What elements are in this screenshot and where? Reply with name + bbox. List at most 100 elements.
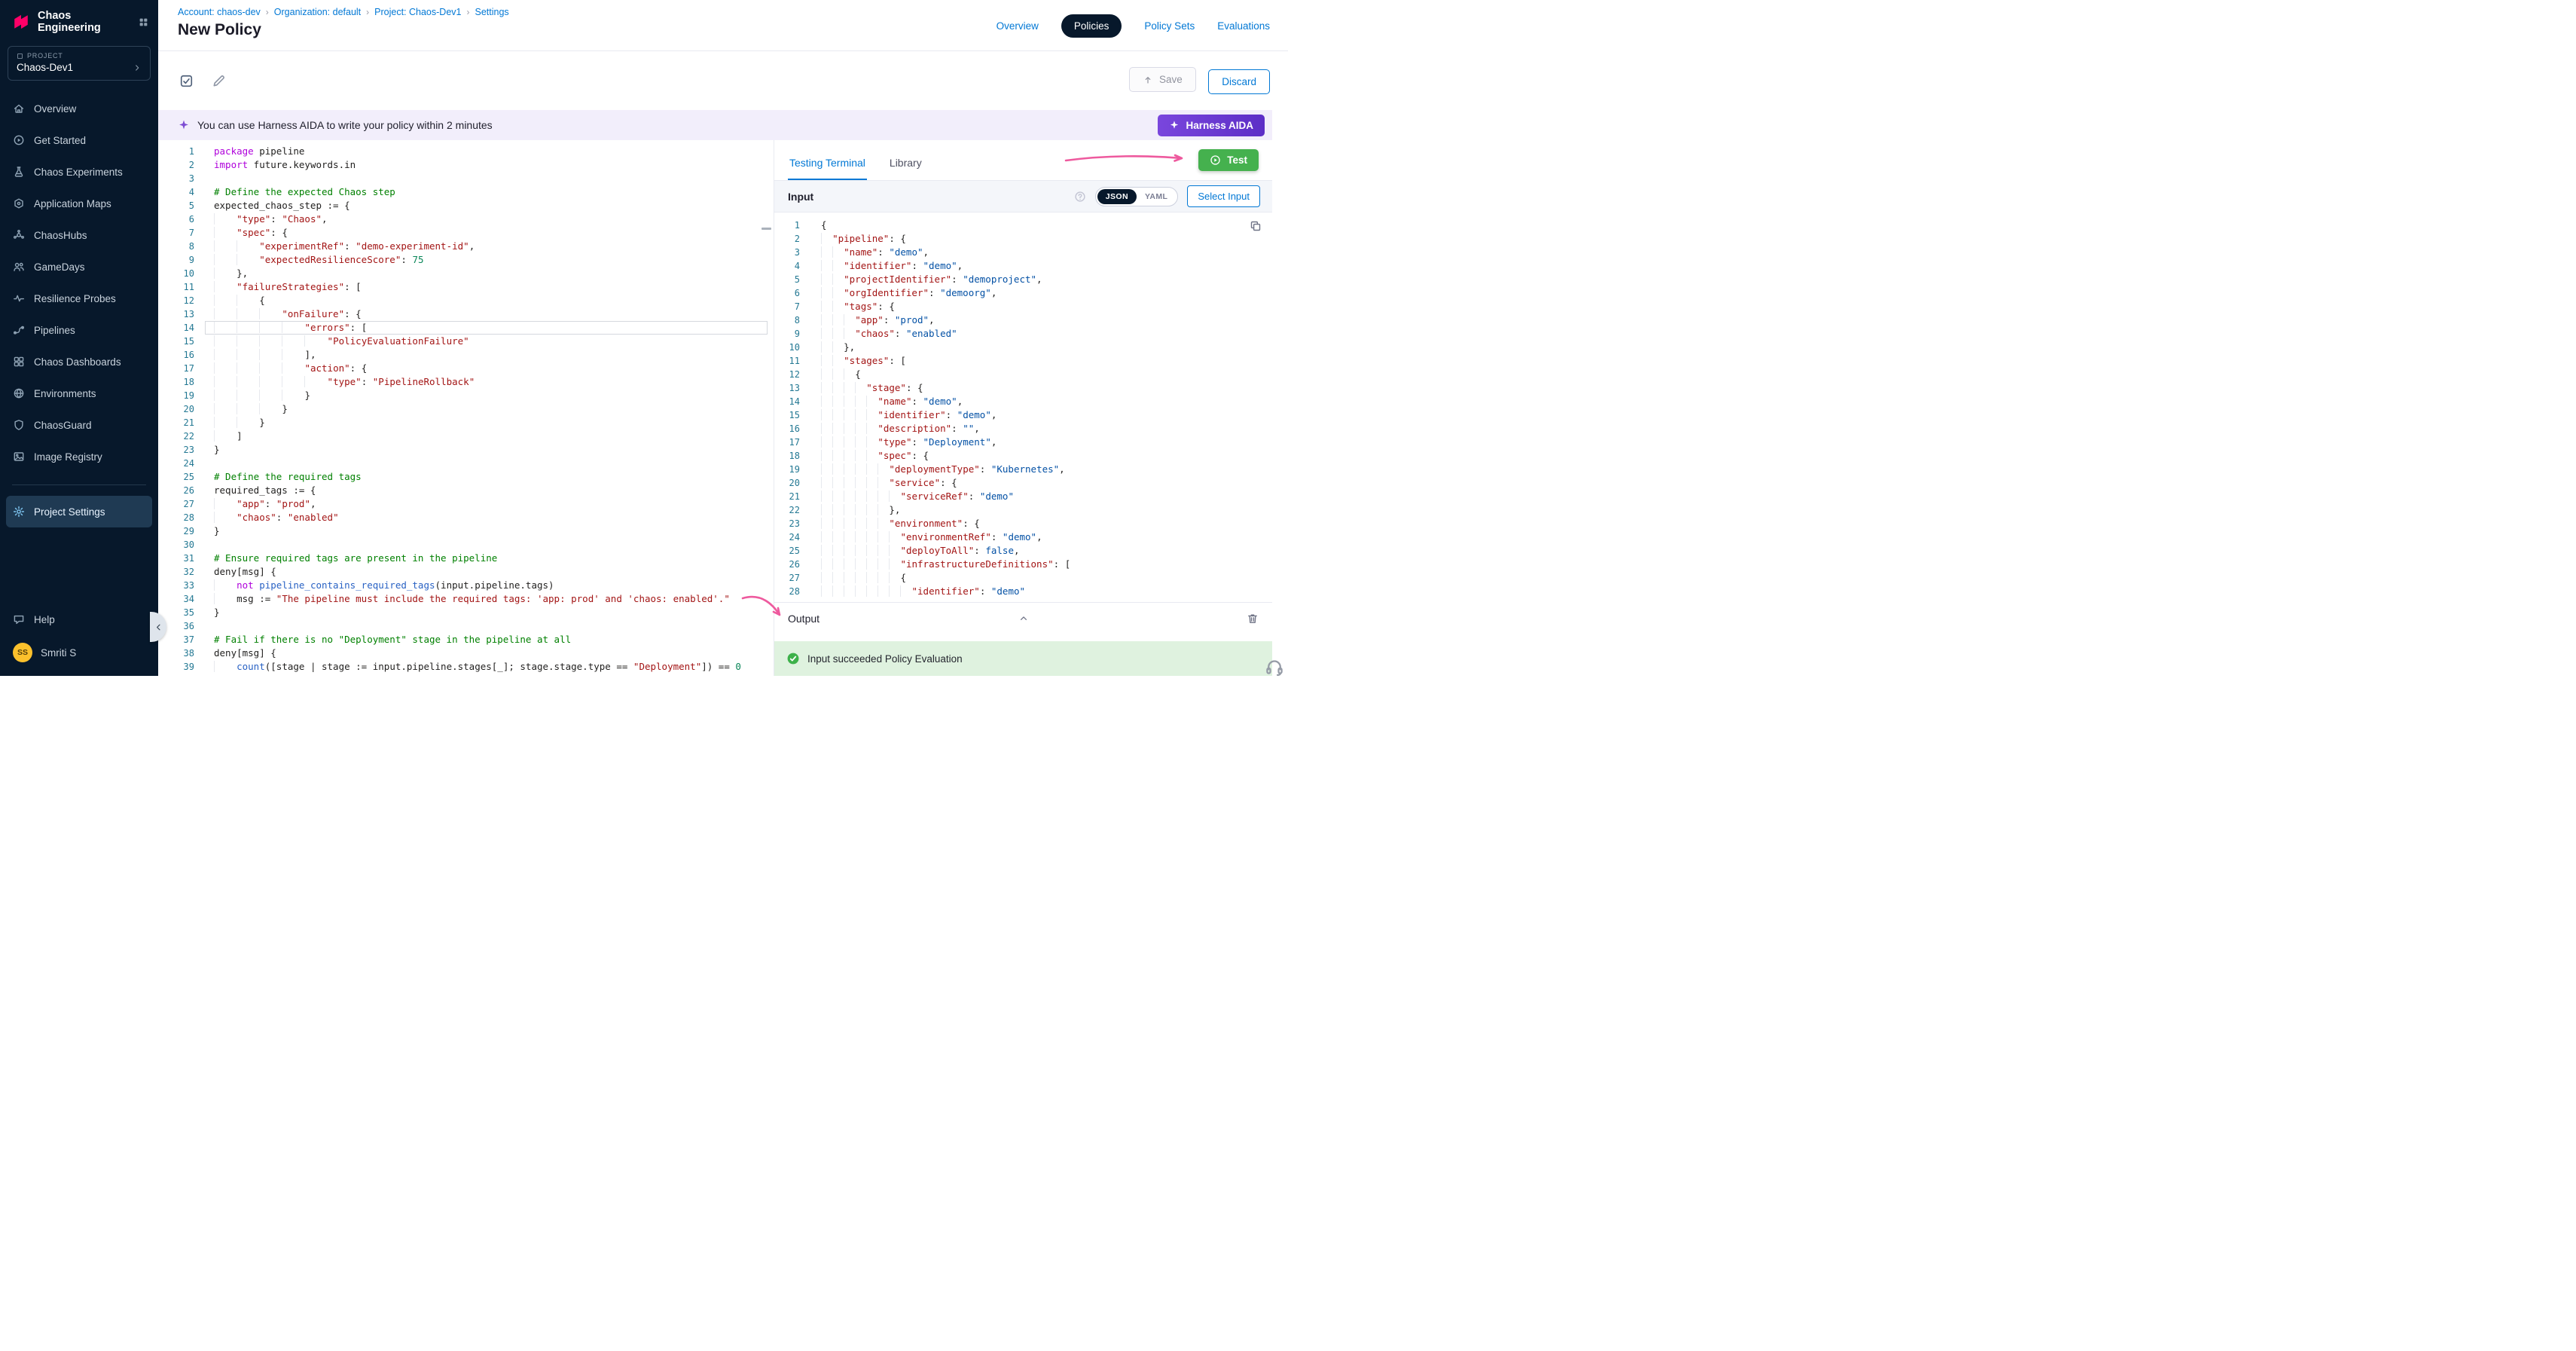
code-line[interactable]: 25 "deployToAll": false, bbox=[774, 544, 1272, 558]
tab-testing-terminal[interactable]: Testing Terminal bbox=[788, 157, 867, 180]
test-button[interactable]: Test bbox=[1198, 149, 1259, 171]
code-line[interactable]: 20 } bbox=[158, 402, 774, 416]
code-line[interactable]: 38deny[msg] { bbox=[158, 646, 774, 660]
sidebar-item-chaos-experiments[interactable]: Chaos Experiments bbox=[0, 156, 158, 188]
code-line[interactable]: 33 not pipeline_contains_required_tags(i… bbox=[158, 579, 774, 592]
format-yaml[interactable]: YAML bbox=[1137, 189, 1176, 204]
code-line[interactable]: 24 "environmentRef": "demo", bbox=[774, 530, 1272, 544]
code-line[interactable]: 2import future.keywords.in bbox=[158, 158, 774, 172]
code-line[interactable]: 10 }, bbox=[774, 341, 1272, 354]
code-line[interactable]: 3 "name": "demo", bbox=[774, 246, 1272, 259]
code-line[interactable]: 15 "identifier": "demo", bbox=[774, 408, 1272, 422]
code-line[interactable]: 12 { bbox=[774, 368, 1272, 381]
scrollbar-marker[interactable] bbox=[762, 228, 771, 230]
code-line[interactable]: 2 "pipeline": { bbox=[774, 232, 1272, 246]
user-menu[interactable]: SS Smriti S bbox=[0, 635, 158, 670]
module-switcher-icon[interactable] bbox=[138, 17, 149, 28]
support-headset-icon[interactable] bbox=[1265, 657, 1284, 680]
code-line[interactable]: 22 }, bbox=[774, 503, 1272, 517]
code-line[interactable]: 12 { bbox=[158, 294, 774, 307]
code-line[interactable]: 15 "PolicyEvaluationFailure" bbox=[158, 335, 774, 348]
code-line[interactable]: 11 "failureStrategies": [ bbox=[158, 280, 774, 294]
trash-icon[interactable] bbox=[1247, 613, 1259, 625]
sidebar-item-overview[interactable]: Overview bbox=[0, 93, 158, 124]
code-line[interactable]: 3 bbox=[158, 172, 774, 185]
sidebar-item-help[interactable]: Help bbox=[0, 604, 158, 635]
code-line[interactable]: 21 } bbox=[158, 416, 774, 429]
code-line[interactable]: 18 "type": "PipelineRollback" bbox=[158, 375, 774, 389]
top-nav-evaluations[interactable]: Evaluations bbox=[1217, 20, 1270, 32]
select-input-button[interactable]: Select Input bbox=[1187, 185, 1260, 207]
code-line[interactable]: 27 { bbox=[774, 571, 1272, 585]
code-line[interactable]: 7 "spec": { bbox=[158, 226, 774, 240]
breadcrumb-item[interactable]: Organization: default bbox=[274, 7, 361, 17]
sidebar-item-chaos-dashboards[interactable]: Chaos Dashboards bbox=[0, 346, 158, 377]
breadcrumb-item[interactable]: Project: Chaos-Dev1 bbox=[374, 7, 461, 17]
format-json[interactable]: JSON bbox=[1097, 189, 1137, 204]
code-line[interactable]: 26required_tags := { bbox=[158, 484, 774, 497]
code-line[interactable]: 1{ bbox=[774, 219, 1272, 232]
top-nav-overview[interactable]: Overview bbox=[997, 20, 1039, 32]
code-line[interactable]: 11 "stages": [ bbox=[774, 354, 1272, 368]
sidebar-item-environments[interactable]: Environments bbox=[0, 377, 158, 409]
code-line[interactable]: 6 "type": "Chaos", bbox=[158, 212, 774, 226]
sidebar-item-pipelines[interactable]: Pipelines bbox=[0, 314, 158, 346]
discard-button[interactable]: Discard bbox=[1208, 69, 1270, 94]
code-line[interactable]: 25# Define the required tags bbox=[158, 470, 774, 484]
input-code[interactable]: 1{2 "pipeline": {3 "name": "demo",4 "ide… bbox=[774, 219, 1272, 598]
tab-library[interactable]: Library bbox=[888, 157, 923, 180]
code-line[interactable]: 14 "name": "demo", bbox=[774, 395, 1272, 408]
breadcrumb-item[interactable]: Settings bbox=[475, 7, 508, 17]
code-line[interactable]: 8 "app": "prod", bbox=[774, 313, 1272, 327]
code-line[interactable]: 8 "experimentRef": "demo-experiment-id", bbox=[158, 240, 774, 253]
top-nav-policy-sets[interactable]: Policy Sets bbox=[1144, 20, 1195, 32]
code-line[interactable]: 7 "tags": { bbox=[774, 300, 1272, 313]
code-line[interactable]: 21 "serviceRef": "demo" bbox=[774, 490, 1272, 503]
sidebar-item-gamedays[interactable]: GameDays bbox=[0, 251, 158, 283]
input-editor[interactable]: 1{2 "pipeline": {3 "name": "demo",4 "ide… bbox=[774, 212, 1272, 602]
code-line[interactable]: 39 count([stage | stage := input.pipelin… bbox=[158, 660, 774, 674]
code-line[interactable]: 37# Fail if there is no "Deployment" sta… bbox=[158, 633, 774, 646]
code-line[interactable]: 23 "environment": { bbox=[774, 517, 1272, 530]
code-line[interactable]: 30 bbox=[158, 538, 774, 552]
code-line[interactable]: 24 bbox=[158, 457, 774, 470]
code-line[interactable]: 16 "description": "", bbox=[774, 422, 1272, 436]
code-line[interactable]: 19 "deploymentType": "Kubernetes", bbox=[774, 463, 1272, 476]
code-line[interactable]: 10 }, bbox=[158, 267, 774, 280]
code-line[interactable]: 14 "errors": [ bbox=[158, 321, 774, 335]
code-line[interactable]: 13 "onFailure": { bbox=[158, 307, 774, 321]
sidebar-item-image-registry[interactable]: Image Registry bbox=[0, 441, 158, 472]
code-line[interactable]: 1package pipeline bbox=[158, 145, 774, 158]
breadcrumb-item[interactable]: Account: chaos-dev bbox=[178, 7, 261, 17]
code-line[interactable]: 20 "service": { bbox=[774, 476, 1272, 490]
copy-icon[interactable] bbox=[1250, 220, 1262, 236]
code-line[interactable]: 31# Ensure required tags are present in … bbox=[158, 552, 774, 565]
code-line[interactable]: 35} bbox=[158, 606, 774, 619]
policy-code[interactable]: 1package pipeline2import future.keywords… bbox=[158, 145, 774, 674]
code-line[interactable]: 9 "expectedResilienceScore": 75 bbox=[158, 253, 774, 267]
code-line[interactable]: 13 "stage": { bbox=[774, 381, 1272, 395]
code-line[interactable]: 19 } bbox=[158, 389, 774, 402]
code-line[interactable]: 5 "projectIdentifier": "demoproject", bbox=[774, 273, 1272, 286]
code-line[interactable]: 34 msg := "The pipeline must include the… bbox=[158, 592, 774, 606]
code-line[interactable]: 4# Define the expected Chaos step bbox=[158, 185, 774, 199]
code-line[interactable]: 27 "app": "prod", bbox=[158, 497, 774, 511]
code-line[interactable]: 17 "action": { bbox=[158, 362, 774, 375]
code-line[interactable]: 22 ] bbox=[158, 429, 774, 443]
collapse-chevron-icon[interactable] bbox=[1018, 613, 1029, 624]
save-button[interactable]: Save bbox=[1129, 67, 1196, 92]
sidebar-item-chaosguard[interactable]: ChaosGuard bbox=[0, 409, 158, 441]
code-line[interactable]: 6 "orgIdentifier": "demoorg", bbox=[774, 286, 1272, 300]
code-line[interactable]: 9 "chaos": "enabled" bbox=[774, 327, 1272, 341]
edit-pencil-icon[interactable] bbox=[212, 74, 226, 88]
code-line[interactable]: 28 "identifier": "demo" bbox=[774, 585, 1272, 598]
code-line[interactable]: 36 bbox=[158, 619, 774, 633]
code-line[interactable]: 16 ], bbox=[158, 348, 774, 362]
sidebar-item-project-settings[interactable]: Project Settings bbox=[6, 496, 152, 527]
sidebar-item-application-maps[interactable]: Application Maps bbox=[0, 188, 158, 219]
code-line[interactable]: 23} bbox=[158, 443, 774, 457]
code-line[interactable]: 29} bbox=[158, 524, 774, 538]
code-line[interactable]: 26 "infrastructureDefinitions": [ bbox=[774, 558, 1272, 571]
sidebar-item-get-started[interactable]: Get Started bbox=[0, 124, 158, 156]
sidebar-item-resilience-probes[interactable]: Resilience Probes bbox=[0, 283, 158, 314]
